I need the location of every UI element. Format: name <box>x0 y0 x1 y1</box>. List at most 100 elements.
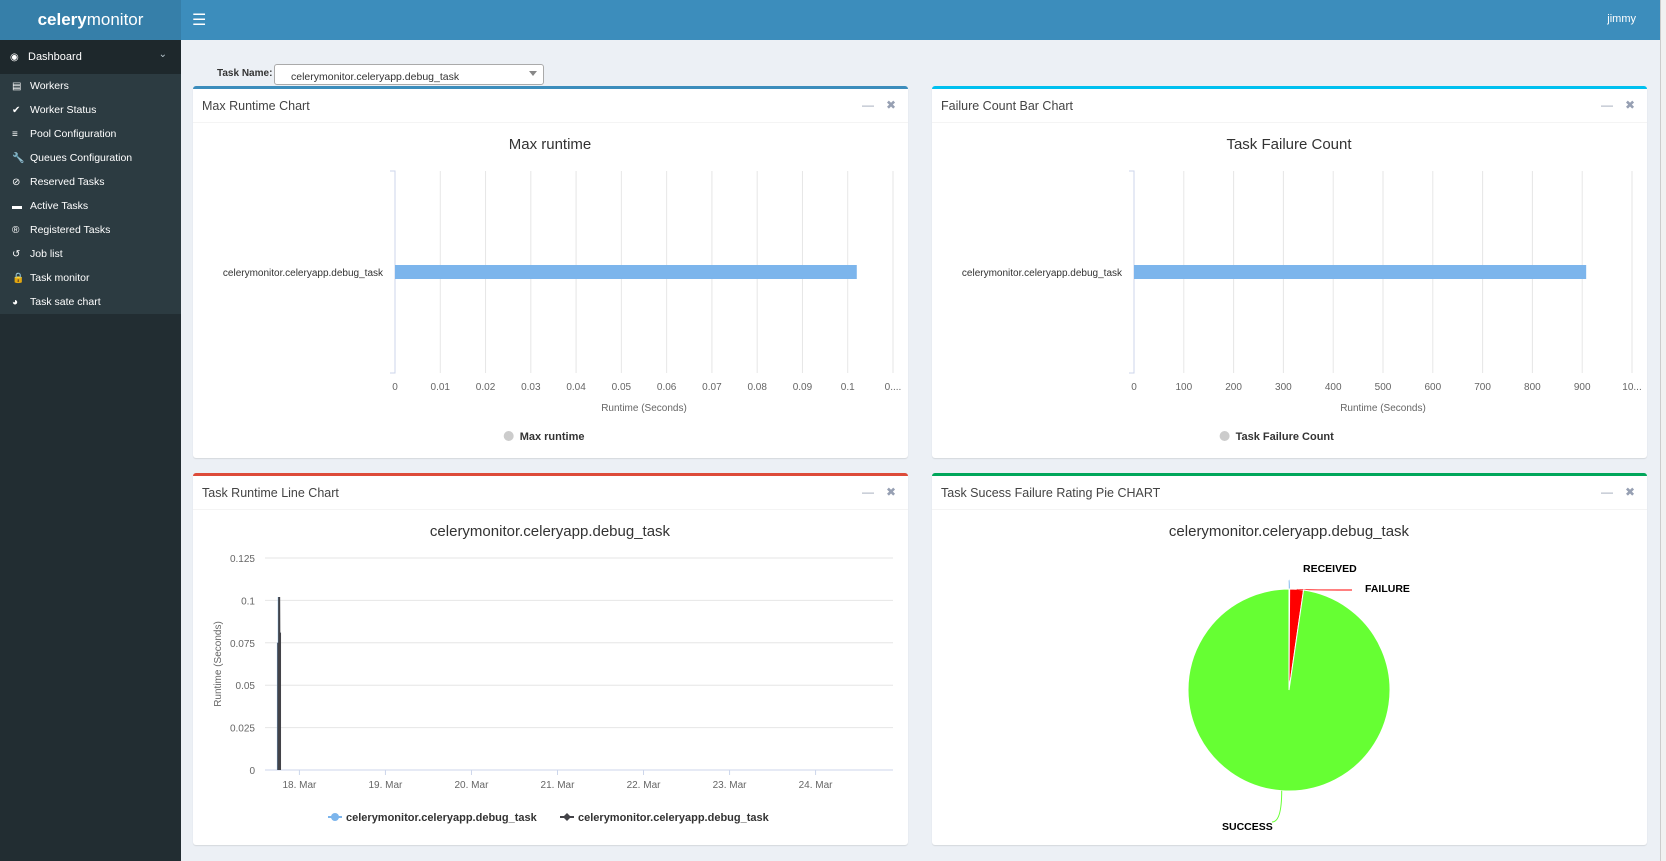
sidebar-item-queues-configuration[interactable]: 🔧 Queues Configuration <box>0 146 181 170</box>
dashboard-icon: ◉ <box>10 51 19 63</box>
panel-header: Task Sucess Failure Rating Pie CHART — ✖ <box>932 476 1647 510</box>
sidebar-item-task-sate-chart[interactable]: ◕ Task sate chart <box>0 290 181 314</box>
sidebar-item-label: Registered Tasks <box>30 224 111 236</box>
server-icon: ▤ <box>12 80 22 92</box>
logo-light: monitor <box>86 10 144 29</box>
top-navbar: celerymonitor ☰ jimmy <box>0 0 1660 40</box>
x-axis-title: Runtime (Seconds) <box>601 403 687 414</box>
category-label: celerymonitor.celeryapp.debug_task <box>962 268 1123 279</box>
page-scrollbar[interactable] <box>1660 0 1666 861</box>
sidebar-item-registered-tasks[interactable]: ® Registered Tasks <box>0 218 181 242</box>
sidebar-toggle-icon[interactable]: ☰ <box>192 10 206 30</box>
check-icon: ✔ <box>12 104 21 116</box>
history-icon: ↺ <box>12 248 21 260</box>
pie-slice <box>1187 588 1391 792</box>
sidebar-item-label: Task sate chart <box>30 296 101 308</box>
x-tick-label: 0.09 <box>793 382 813 393</box>
minimize-icon[interactable]: — <box>862 98 874 112</box>
sidebar-submenu: ▤ Workers ✔ Worker Status ≡ Pool Configuratio… <box>0 74 181 314</box>
runtime-line-chart: celerymonitor.celeryapp.debug_task 0 0.025… <box>213 523 893 824</box>
panel-title: Task Sucess Failure Rating Pie CHART <box>941 486 1161 500</box>
app-logo[interactable]: celerymonitor <box>0 0 181 40</box>
sidebar-item-pool-configuration[interactable]: ≡ Pool Configuration <box>0 122 181 146</box>
sidebar-item-label: Job list <box>30 248 63 260</box>
legend-marker <box>1219 431 1230 441</box>
x-tick-label: 18. Mar <box>282 780 317 791</box>
max-runtime-chart: Max runtime 0 0.01 0.02 0.03 0.04 0.05 0.06 0.07… <box>223 136 901 443</box>
y-tick-label: 0.075 <box>230 639 255 650</box>
x-tick-label: 0.06 <box>657 382 677 393</box>
category-label: celerymonitor.celeryapp.debug_task <box>223 268 384 279</box>
sidebar-item-label: Reserved Tasks <box>30 176 105 188</box>
chart-title: Task Failure Count <box>1226 136 1352 153</box>
x-tick-label: 400 <box>1325 382 1342 393</box>
x-tick-label: 0.05 <box>612 382 632 393</box>
close-icon[interactable]: ✖ <box>1625 98 1635 112</box>
x-tick-label: 600 <box>1424 382 1441 393</box>
x-tick-label: 200 <box>1225 382 1242 393</box>
registered-icon: ® <box>12 224 20 236</box>
user-menu[interactable]: jimmy <box>1607 13 1636 25</box>
sidebar-item-workers[interactable]: ▤ Workers <box>0 74 181 98</box>
x-tick-label: 800 <box>1524 382 1541 393</box>
x-tick-label: 23. Mar <box>713 780 748 791</box>
task-name-label: Task Name: <box>217 68 273 79</box>
bar <box>395 265 857 279</box>
x-tick-label: 500 <box>1375 382 1392 393</box>
x-tick-label: 0.08 <box>747 382 767 393</box>
wrench-icon: 🔧 <box>12 152 25 164</box>
lock-icon: 🔒 <box>12 272 25 284</box>
panel-header: Max Runtime Chart — ✖ <box>193 89 908 123</box>
y-tick-label: 0.1 <box>241 596 255 607</box>
x-tick-label: 100 <box>1175 382 1192 393</box>
sidebar-item-job-list[interactable]: ↺ Job list <box>0 242 181 266</box>
legend-label: Max runtime <box>520 431 585 443</box>
y-axis-title: Runtime (Seconds) <box>213 621 224 707</box>
bar <box>1134 265 1587 279</box>
x-tick-label: 20. Mar <box>455 780 490 791</box>
connector-line <box>1271 790 1283 823</box>
minimize-icon[interactable]: — <box>1601 98 1613 112</box>
sidebar-item-label: Workers <box>30 80 69 92</box>
panel-header: Task Runtime Line Chart — ✖ <box>193 476 908 510</box>
sidebar-item-active-tasks[interactable]: ▬ Active Tasks <box>0 194 181 218</box>
x-tick-label: 22. Mar <box>627 780 662 791</box>
minimize-icon[interactable]: — <box>862 485 874 499</box>
close-icon[interactable]: ✖ <box>1625 485 1635 499</box>
sidebar-item-reserved-tasks[interactable]: ⊘ Reserved Tasks <box>0 170 181 194</box>
sidebar-item-label: Dashboard <box>28 51 82 63</box>
x-tick-label: 0.04 <box>566 382 586 393</box>
x-tick-label: 19. Mar <box>368 780 403 791</box>
close-icon[interactable]: ✖ <box>886 485 896 499</box>
x-tick-label: 0.02 <box>476 382 496 393</box>
panel-header: Failure Count Bar Chart — ✖ <box>932 89 1647 123</box>
task-name-select[interactable]: celerymonitor.celeryapp.debug_task <box>274 64 544 85</box>
y-tick-label: 0.125 <box>230 554 255 565</box>
sidebar: ◉ Dashboard ⌄ ▤ Workers ✔ Worker Status ≡ Poo… <box>0 40 181 861</box>
task-name-value: celerymonitor.celeryapp.debug_task <box>291 71 460 83</box>
pie-label: SUCCESS <box>1222 821 1273 833</box>
x-tick-label: 24. Mar <box>799 780 834 791</box>
x-tick-label: 0 <box>1131 382 1137 393</box>
sidebar-item-dashboard[interactable]: ◉ Dashboard ⌄ <box>0 40 181 74</box>
legend-marker <box>331 813 339 821</box>
pie-label: RECEIVED <box>1303 563 1357 575</box>
sidebar-item-task-monitor[interactable]: 🔒 Task monitor <box>0 266 181 290</box>
legend-label: celerymonitor.celeryapp.debug_task <box>346 812 538 824</box>
sidebar-item-label: Queues Configuration <box>30 152 133 164</box>
x-tick-label: 0.01 <box>431 382 451 393</box>
chevron-down-icon <box>529 71 537 76</box>
close-icon[interactable]: ✖ <box>886 98 896 112</box>
sidebar-item-worker-status[interactable]: ✔ Worker Status <box>0 98 181 122</box>
x-tick-label: 700 <box>1474 382 1491 393</box>
y-tick-label: 0 <box>249 766 255 777</box>
ban-icon: ⊘ <box>12 176 21 188</box>
chart-title: celerymonitor.celeryapp.debug_task <box>1169 523 1410 540</box>
chevron-down-icon[interactable]: ⌄ <box>159 49 167 60</box>
chart-title: celerymonitor.celeryapp.debug_task <box>430 523 671 540</box>
pie-chart: celerymonitor.celeryapp.debug_task RECEIV… <box>1169 523 1410 833</box>
x-tick-label: 300 <box>1275 382 1292 393</box>
y-tick-label: 0.05 <box>236 681 256 692</box>
minimize-icon[interactable]: — <box>1601 485 1613 499</box>
tasks-icon: ▬ <box>12 200 22 212</box>
